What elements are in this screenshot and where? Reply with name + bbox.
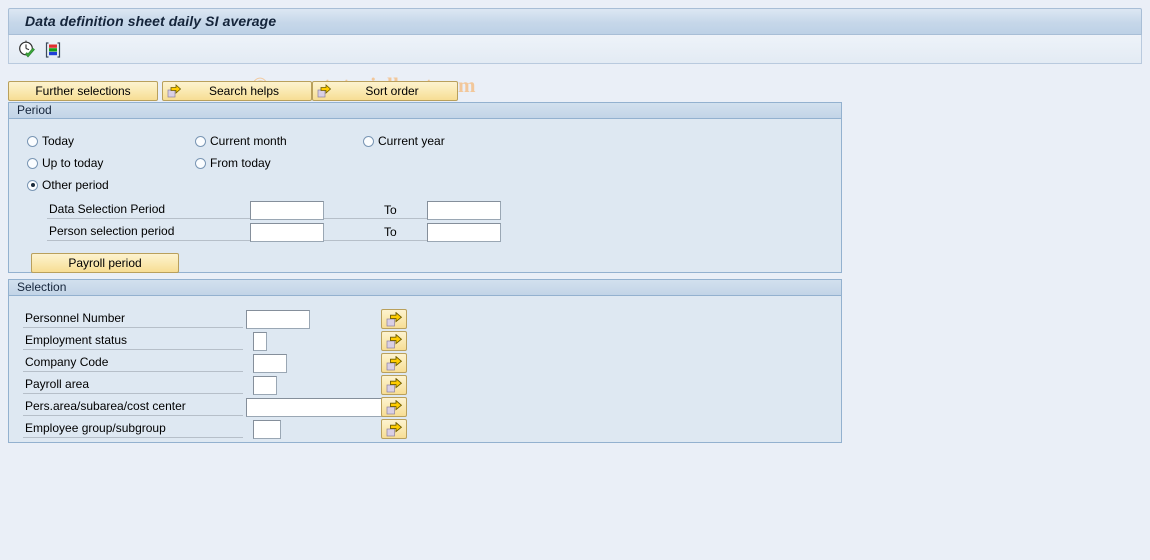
arrow-right-icon — [386, 312, 403, 327]
data-selection-period-from-input[interactable] — [250, 201, 324, 220]
radio-up-to-today[interactable]: Up to today — [27, 156, 103, 170]
employment-status-label: Employment status — [23, 332, 243, 350]
sort-order-label: Sort order — [365, 84, 419, 98]
personnel-number-row: Personnel Number — [23, 310, 243, 328]
further-selections-button[interactable]: Further selections — [8, 81, 158, 101]
further-selections-label: Further selections — [35, 84, 131, 98]
payroll-period-label: Payroll period — [68, 256, 142, 270]
company-code-multi-select-button[interactable] — [381, 353, 407, 373]
arrow-right-icon — [386, 378, 403, 393]
payroll-period-button[interactable]: Payroll period — [31, 253, 179, 273]
radio-other-period-indicator — [27, 179, 38, 191]
payroll-area-multi-select-button[interactable] — [381, 375, 407, 395]
page-title: Data definition sheet daily SI average — [25, 13, 277, 29]
window-title-bar: Data definition sheet daily SI average — [8, 8, 1142, 35]
employment-status-multi-select-button[interactable] — [381, 331, 407, 351]
pers-area-subarea-cost-center-row: Pers.area/subarea/cost center — [23, 398, 243, 416]
employee-group-subgroup-label: Employee group/subgroup — [23, 420, 243, 438]
radio-current-month[interactable]: Current month — [195, 134, 287, 148]
personnel-number-input[interactable] — [246, 310, 310, 329]
search-helps-button[interactable]: Search helps — [162, 81, 312, 101]
period-group-box: Period Today Current month Current year … — [8, 102, 842, 273]
data-selection-period-row: Data Selection Period — [47, 201, 432, 219]
person-selection-period-label: Person selection period — [47, 223, 432, 241]
execute-icon[interactable] — [17, 40, 37, 60]
personnel-number-label: Personnel Number — [23, 310, 243, 328]
radio-up-to-today-label: Up to today — [42, 156, 104, 170]
radio-from-today-indicator — [195, 157, 206, 169]
data-selection-period-to-label: To — [384, 203, 397, 217]
radio-today-label: Today — [42, 134, 75, 148]
pers-area-subarea-cost-center-multi-select-button[interactable] — [381, 397, 407, 417]
arrow-right-icon — [386, 400, 403, 415]
radio-up-to-today-indicator — [27, 157, 38, 169]
employee-group-subgroup-row: Employee group/subgroup — [23, 420, 243, 438]
data-selection-period-to-input[interactable] — [427, 201, 501, 220]
company-code-label: Company Code — [23, 354, 243, 372]
selection-group-body: Personnel Number Employment status Compa… — [9, 296, 841, 458]
radio-current-month-indicator — [195, 135, 206, 147]
employment-status-input[interactable] — [253, 332, 267, 351]
employee-group-subgroup-input[interactable] — [253, 420, 281, 439]
arrow-right-icon — [386, 334, 403, 349]
execute-in-background-icon[interactable] — [43, 40, 63, 60]
radio-from-today-label: From today — [210, 156, 271, 170]
radio-from-today[interactable]: From today — [195, 156, 271, 170]
data-selection-period-label: Data Selection Period — [47, 201, 432, 219]
person-selection-period-to-input[interactable] — [427, 223, 501, 242]
radio-current-year[interactable]: Current year — [363, 134, 445, 148]
person-selection-period-row: Person selection period — [47, 223, 432, 241]
radio-other-period-label: Other period — [42, 178, 109, 192]
company-code-row: Company Code — [23, 354, 243, 372]
person-selection-period-from-input[interactable] — [250, 223, 324, 242]
pers-area-subarea-cost-center-label: Pers.area/subarea/cost center — [23, 398, 243, 416]
radio-current-month-label: Current month — [210, 134, 287, 148]
payroll-area-input[interactable] — [253, 376, 277, 395]
radio-current-year-label: Current year — [378, 134, 445, 148]
period-group-header: Period — [9, 103, 841, 119]
payroll-area-label: Payroll area — [23, 376, 243, 394]
arrow-right-icon — [386, 422, 403, 437]
selection-group-header: Selection — [9, 280, 841, 296]
radio-today[interactable]: Today — [27, 134, 74, 148]
application-toolbar: © www.tutorialkart.com — [8, 35, 1142, 97]
search-helps-label: Search helps — [208, 84, 280, 98]
pers-area-subarea-cost-center-input[interactable] — [246, 398, 391, 417]
person-selection-period-to-label: To — [384, 225, 397, 239]
radio-other-period[interactable]: Other period — [27, 178, 109, 192]
radio-today-indicator — [27, 135, 38, 147]
employment-status-row: Employment status — [23, 332, 243, 350]
personnel-number-multi-select-button[interactable] — [381, 309, 407, 329]
arrow-right-icon — [386, 356, 403, 371]
arrow-right-icon — [317, 84, 332, 99]
payroll-area-row: Payroll area — [23, 376, 243, 394]
sort-order-button[interactable]: Sort order — [312, 81, 458, 101]
selection-group-box: Selection Personnel Number Employment st… — [8, 279, 842, 443]
arrow-right-icon — [167, 84, 182, 99]
company-code-input[interactable] — [253, 354, 287, 373]
sap-selection-screen: Data definition sheet daily SI average ©… — [0, 0, 1150, 560]
period-group-body: Today Current month Current year Up to t… — [9, 119, 841, 288]
radio-current-year-indicator — [363, 135, 374, 147]
employee-group-subgroup-multi-select-button[interactable] — [381, 419, 407, 439]
